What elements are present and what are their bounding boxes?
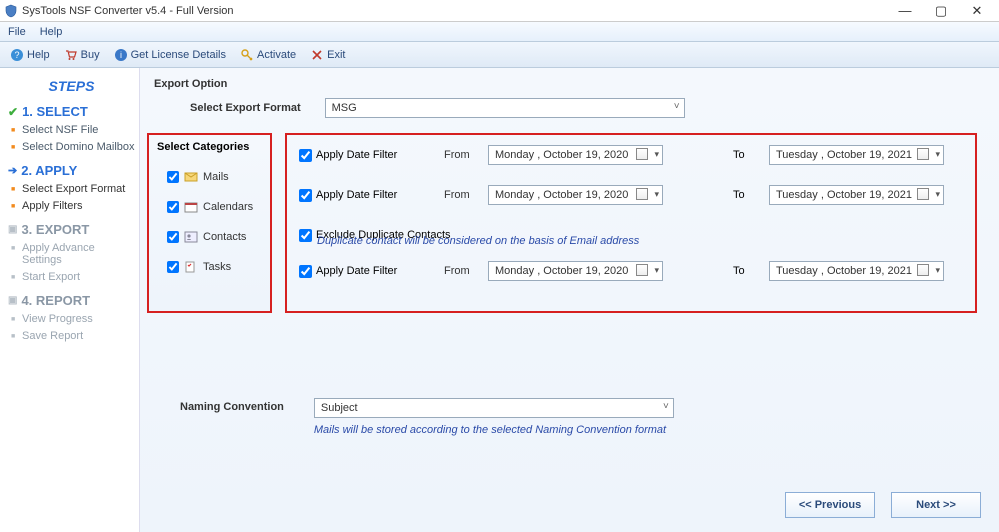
calendars-checkbox[interactable] (167, 201, 179, 213)
naming-row: Naming Convention Subject Mails will be … (180, 398, 674, 436)
mails-date-filter-checkbox[interactable] (299, 149, 312, 162)
category-contacts[interactable]: Contacts (167, 231, 262, 243)
chevron-down-icon: ▾ (935, 265, 940, 276)
info-icon: i (114, 48, 128, 62)
svg-text:i: i (120, 50, 122, 60)
step-4-title: ▣4. REPORT (8, 293, 135, 308)
calendar-icon (917, 148, 929, 160)
categories-header: Select Categories (157, 141, 262, 153)
contacts-checkbox[interactable] (167, 231, 179, 243)
filter-row-tasks: Apply Date Filter From Monday , October … (299, 261, 963, 281)
calendars-from-date[interactable]: Monday , October 19, 2020▾ (488, 185, 663, 205)
category-mails[interactable]: Mails (167, 171, 262, 183)
naming-combo[interactable]: Subject (314, 398, 674, 418)
exit-icon (310, 48, 324, 62)
calendar-icon (917, 264, 929, 276)
categories-panel: Select Categories Mails Calendars Contac… (147, 133, 272, 313)
contacts-icon (184, 231, 198, 243)
toolbar: ? Help Buy i Get License Details Activat… (0, 42, 999, 68)
window-title: SysTools NSF Converter v5.4 - Full Versi… (22, 5, 887, 17)
chevron-down-icon: ▾ (935, 189, 940, 200)
content-panel: Export Option Select Export Format MSG S… (140, 68, 999, 532)
menu-file[interactable]: File (8, 26, 26, 38)
cart-icon (64, 48, 78, 62)
chevron-down-icon: ▾ (654, 149, 659, 160)
step-1-item-nsf[interactable]: Select NSF File (22, 124, 135, 136)
naming-label: Naming Convention (180, 401, 284, 413)
filter-row-calendars: Apply Date Filter From Monday , October … (299, 185, 963, 205)
footer-buttons: << Previous Next >> (785, 492, 981, 518)
to-label: To (733, 149, 759, 161)
close-button[interactable]: ✕ (959, 1, 995, 21)
tasks-from-date[interactable]: Monday , October 19, 2020▾ (488, 261, 663, 281)
naming-note: Mails will be stored according to the se… (314, 424, 674, 436)
duplicate-note: Duplicate contact will be considered on … (317, 235, 963, 247)
buy-button[interactable]: Buy (60, 46, 104, 64)
license-button[interactable]: i Get License Details (110, 46, 230, 64)
step-3-item-start: Start Export (22, 271, 135, 283)
minimize-button[interactable]: — (887, 1, 923, 21)
help-icon: ? (10, 48, 24, 62)
calendar-icon (184, 201, 198, 213)
arrow-icon: ➔ (8, 164, 17, 177)
activate-button[interactable]: Activate (236, 46, 300, 64)
step-3-title: ▣3. EXPORT (8, 222, 135, 237)
svg-text:?: ? (14, 50, 19, 60)
exit-button[interactable]: Exit (306, 46, 349, 64)
exclude-duplicate-checkbox[interactable] (299, 229, 312, 242)
calendars-to-date[interactable]: Tuesday , October 19, 2021▾ (769, 185, 944, 205)
step-4-item-progress: View Progress (22, 313, 135, 325)
step-2-title: ➔2. APPLY (8, 163, 135, 178)
export-option-header: Export Option (154, 78, 985, 90)
steps-sidebar: STEPS ✔1. SELECT Select NSF File Select … (0, 68, 140, 532)
from-label: From (444, 189, 478, 201)
main-area: STEPS ✔1. SELECT Select NSF File Select … (0, 68, 999, 532)
chevron-down-icon: ▾ (935, 149, 940, 160)
menu-bar: File Help (0, 22, 999, 42)
mails-checkbox[interactable] (167, 171, 179, 183)
next-button[interactable]: Next >> (891, 492, 981, 518)
step-2-item-format[interactable]: Select Export Format (22, 183, 135, 195)
step-3-item-adv: Apply Advance Settings (22, 242, 135, 266)
help-button[interactable]: ? Help (6, 46, 54, 64)
from-label: From (444, 149, 478, 161)
step-1-item-domino[interactable]: Select Domino Mailbox (22, 141, 135, 153)
filter-row-mails: Apply Date Filter From Monday , October … (299, 145, 963, 165)
chevron-down-icon: ▾ (654, 189, 659, 200)
tasks-icon (184, 261, 198, 273)
chevron-down-icon: ▾ (654, 265, 659, 276)
calendar-icon (636, 264, 648, 276)
mail-icon (184, 171, 198, 183)
step-4-item-save: Save Report (22, 330, 135, 342)
from-label: From (444, 265, 478, 277)
to-label: To (733, 265, 759, 277)
export-format-combo[interactable]: MSG (325, 98, 685, 118)
key-icon (240, 48, 254, 62)
category-tasks[interactable]: Tasks (167, 261, 262, 273)
tasks-to-date[interactable]: Tuesday , October 19, 2021▾ (769, 261, 944, 281)
square-icon: ▣ (8, 295, 17, 306)
calendar-icon (636, 148, 648, 160)
calendar-icon (917, 188, 929, 200)
menu-help[interactable]: Help (40, 26, 63, 38)
title-bar: SysTools NSF Converter v5.4 - Full Versi… (0, 0, 999, 22)
mails-to-date[interactable]: Tuesday , October 19, 2021▾ (769, 145, 944, 165)
calendars-date-filter-checkbox[interactable] (299, 189, 312, 202)
tasks-checkbox[interactable] (167, 261, 179, 273)
category-calendars[interactable]: Calendars (167, 201, 262, 213)
steps-header: STEPS (8, 78, 135, 94)
previous-button[interactable]: << Previous (785, 492, 875, 518)
to-label: To (733, 189, 759, 201)
app-icon (4, 4, 18, 18)
calendar-icon (636, 188, 648, 200)
tasks-date-filter-checkbox[interactable] (299, 265, 312, 278)
square-icon: ▣ (8, 224, 17, 235)
check-icon: ✔ (8, 105, 18, 119)
step-1-title: ✔1. SELECT (8, 104, 135, 119)
export-format-label: Select Export Format (190, 102, 301, 114)
filters-panel: Apply Date Filter From Monday , October … (285, 133, 977, 313)
mails-from-date[interactable]: Monday , October 19, 2020▾ (488, 145, 663, 165)
step-2-item-filters[interactable]: Apply Filters (22, 200, 135, 212)
maximize-button[interactable]: ▢ (923, 1, 959, 21)
